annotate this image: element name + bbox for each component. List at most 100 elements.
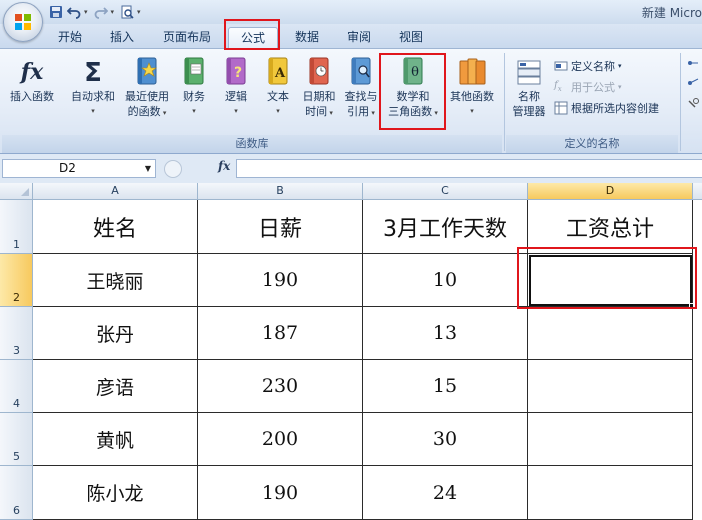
formula-auditing-icons[interactable] [686,57,700,117]
chevron-down-icon: ▾ [234,107,238,115]
undo-icon[interactable] [66,4,82,20]
row-header-6[interactable]: 6 [0,466,33,520]
theta-book-icon: θ [403,57,423,85]
insert-function-fx-icon[interactable]: fx [218,159,230,173]
lookup-reference-button[interactable]: 查找与 引用 ▾ [340,55,382,121]
tab-view[interactable]: 视图 [390,27,432,48]
row-header-5[interactable]: 5 [0,413,33,466]
cell-d2[interactable] [528,254,693,307]
cell-c1[interactable]: 3月工作天数 [363,200,528,254]
chevron-down-icon: ▾ [327,109,333,117]
define-name-icon [554,61,568,71]
cell-a3[interactable]: 张丹 [33,307,198,360]
chevron-down-icon: ▾ [470,107,474,115]
chevron-down-icon: ▾ [160,109,167,117]
save-icon[interactable] [48,4,64,20]
tab-review[interactable]: 审阅 [338,27,380,48]
customize-qat-icon[interactable]: ▾ [137,8,141,16]
star-book-icon [137,57,157,85]
fill-handle[interactable] [689,303,694,308]
column-header-a[interactable]: A [33,183,198,200]
create-from-selection-icon [554,101,568,115]
sigma-icon: Σ [84,58,102,87]
logical-button[interactable]: ? 逻辑 ▾ [218,55,254,119]
redo-dropdown-icon[interactable]: ▾ [111,8,115,16]
formula-area: fx [160,159,702,178]
cell-c6[interactable]: 24 [363,466,528,520]
name-box[interactable]: D2 ▼ [2,159,156,178]
cell-d5[interactable] [528,413,693,466]
tab-insert[interactable]: 插入 [102,27,142,48]
create-from-selection-button[interactable]: 根据所选内容创建 [554,99,659,117]
chevron-down-icon: ▾ [618,62,622,70]
group-separator [504,53,505,151]
cell-b1[interactable]: 日薪 [198,200,363,254]
tab-formulas[interactable]: 公式 [228,27,278,48]
svg-text:fx: fx [19,59,44,85]
redo-icon[interactable] [93,4,109,20]
column-header-b[interactable]: B [198,183,363,200]
chevron-down-icon: ▾ [369,109,375,117]
cell-c3[interactable]: 13 [363,307,528,360]
cell-a2[interactable]: 王晓丽 [33,254,198,307]
name-manager-button[interactable]: 名称 管理器 [506,55,552,119]
insert-function-button[interactable]: fx 插入函数 [4,55,60,104]
text-book-icon: A [268,57,288,85]
tab-page-layout[interactable]: 页面布局 [154,27,220,48]
print-preview-icon[interactable] [119,4,135,20]
cell-d6[interactable] [528,466,693,520]
cell-c4[interactable]: 15 [363,360,528,413]
function-library-group-label: 函数库 [2,135,502,153]
row-header-4[interactable]: 4 [0,360,33,413]
row-header-1[interactable]: 1 [0,200,33,254]
column-header-d[interactable]: D [528,183,693,200]
tab-data[interactable]: 数据 [286,27,328,48]
office-button[interactable] [3,2,43,42]
financial-button[interactable]: 财务 ▾ [176,55,212,119]
cell-d3[interactable] [528,307,693,360]
cell-b4[interactable]: 230 [198,360,363,413]
cell-b2[interactable]: 190 [198,254,363,307]
date-time-book-icon [309,57,329,85]
title-bar: ▾ ▾ ▾ 新建 Micro [0,0,702,24]
cell-a1[interactable]: 姓名 [33,200,198,254]
fx-icon: fx [19,59,44,85]
name-manager-icon [517,60,541,85]
select-all-corner[interactable] [0,183,33,200]
ribbon: fx 插入函数 Σ 自动求和 ▾ 最近使用 的函数 ▾ 财务 ▾ ? 逻辑 ▾ … [0,48,702,154]
cell-b3[interactable]: 187 [198,307,363,360]
column-header-c[interactable]: C [363,183,528,200]
chevron-down-icon: ▾ [432,109,438,117]
row-header-2[interactable]: 2 [0,254,33,307]
row-header-3[interactable]: 3 [0,307,33,360]
more-functions-button[interactable]: 其他函数 ▾ [444,55,500,119]
recently-used-button[interactable]: 最近使用 的函数 ▾ [120,55,174,121]
cell-c5[interactable]: 30 [363,413,528,466]
column-header-e[interactable] [693,183,702,200]
math-trig-button[interactable]: θ 数学和 三角函数 ▾ [382,55,444,121]
cell-d1[interactable]: 工资总计 [528,200,693,254]
defined-names-group-label: 定义的名称 [506,135,678,153]
undo-dropdown-icon[interactable]: ▾ [84,8,88,16]
formula-input[interactable] [236,159,702,178]
svg-text:?: ? [234,65,242,81]
cell-a6[interactable]: 陈小龙 [33,466,198,520]
autosum-button[interactable]: Σ 自动求和 ▾ [66,55,120,119]
cell-b6[interactable]: 190 [198,466,363,520]
chevron-down-icon: ▾ [91,107,95,115]
cell-a4[interactable]: 彦语 [33,360,198,413]
text-button[interactable]: A 文本 ▾ [260,55,296,119]
cell-a5[interactable]: 黄帆 [33,413,198,466]
cell-d4[interactable] [528,360,693,413]
worksheet-grid: A B C D 1 2 3 4 5 6 姓名 日薪 3月工作天数 工资总计 王晓… [0,183,702,520]
cell-b5[interactable]: 200 [198,413,363,466]
formula-cancel-icon[interactable] [164,160,182,178]
define-name-button[interactable]: 定义名称 ▾ [554,57,622,75]
cell-c2[interactable]: 10 [363,254,528,307]
use-in-formula-button[interactable]: fx 用于公式 ▾ [554,78,622,96]
date-time-button[interactable]: 日期和 时间 ▾ [298,55,340,121]
tab-home[interactable]: 开始 [50,27,90,48]
chevron-down-icon[interactable]: ▼ [145,160,151,177]
formula-icon: fx [554,80,562,93]
group-separator [680,53,681,151]
